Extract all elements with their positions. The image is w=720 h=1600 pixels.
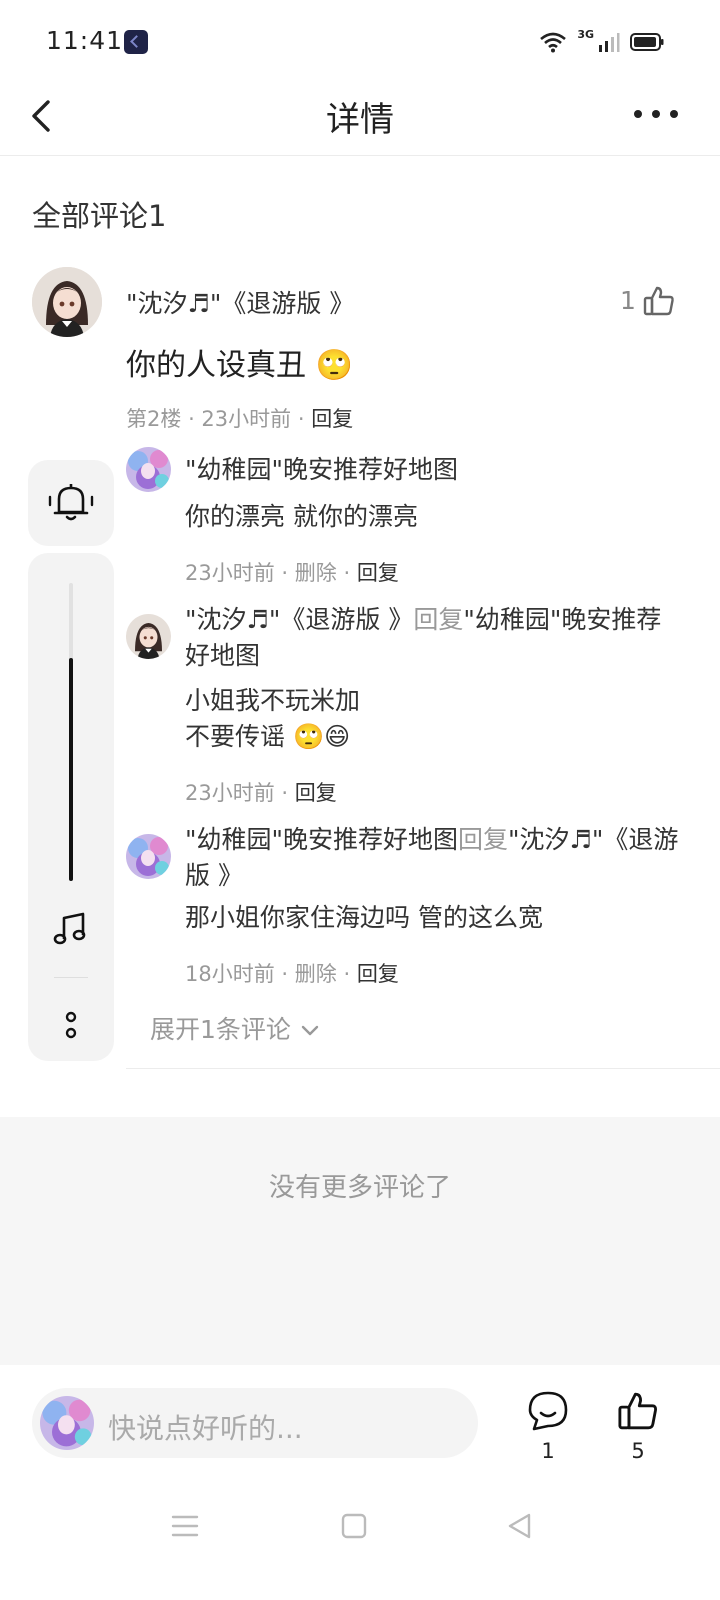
avatar[interactable] xyxy=(126,447,171,492)
like-button[interactable]: 5 xyxy=(608,1389,668,1463)
battery-icon xyxy=(630,33,664,51)
reply-button[interactable]: 回复 xyxy=(357,561,399,585)
floating-music-panel xyxy=(28,553,114,1061)
system-nav-bar xyxy=(0,1485,720,1600)
network-type-label: 3G xyxy=(577,28,594,41)
music-note-icon[interactable] xyxy=(51,909,91,949)
comment-input-placeholder: 快说点好听的... xyxy=(108,1412,303,1445)
app-notification-icon xyxy=(124,30,148,54)
reply-author-line: "幼稚园"晚安推荐好地图回复"沈汐♬"《退游版 》 xyxy=(185,822,685,894)
reply-author-name[interactable]: "幼稚园"晚安推荐好地图 xyxy=(185,825,458,854)
status-icons: 3G xyxy=(539,28,664,56)
back-triangle-icon[interactable] xyxy=(505,1511,535,1541)
comment-meta: 第2楼 · 23小时前 · 回复 xyxy=(126,407,354,431)
reply-text: 你的漂亮 就你的漂亮 xyxy=(185,502,418,531)
more-dots-icon xyxy=(634,110,678,118)
avatar[interactable] xyxy=(126,614,171,659)
reply-author-name[interactable]: "幼稚园"晚安推荐好地图 xyxy=(185,452,685,488)
comments-button[interactable]: 1 xyxy=(518,1389,578,1463)
reply-text-line: 小姐我不玩米加 xyxy=(185,686,361,715)
reply-author-name[interactable]: "沈汐♬"《退游版 》 xyxy=(185,605,413,634)
status-bar: 11:41 3G xyxy=(0,0,720,86)
comment-text: 你的人设真丑 🙄 xyxy=(126,348,353,383)
app-header: 详情 xyxy=(0,86,720,156)
reply-author-line: "沈汐♬"《退游版 》回复"幼稚园"晚安推荐好地图 xyxy=(185,602,685,674)
expand-replies-button[interactable]: 展开1条评论 xyxy=(150,1010,319,1046)
comment-time: 23小时前 xyxy=(201,407,292,431)
chevron-down-icon xyxy=(301,1025,319,1036)
delete-button[interactable]: 删除 xyxy=(295,561,337,585)
reply-meta: 18小时前 · 删除 · 回复 xyxy=(185,962,399,986)
menu-icon[interactable] xyxy=(170,1513,200,1539)
thumbs-up-icon xyxy=(618,1392,657,1430)
avatar-colorful-image xyxy=(126,834,171,879)
reply-word: 回复 xyxy=(458,825,509,854)
delete-button[interactable]: 删除 xyxy=(295,962,337,986)
signal-icon xyxy=(599,33,620,52)
reply-time: 23小时前 xyxy=(185,781,275,805)
avatar[interactable] xyxy=(126,834,171,879)
reply-meta: 23小时前 · 回复 xyxy=(185,781,337,805)
comments-section-title: 全部评论1 xyxy=(32,199,167,233)
avatar[interactable] xyxy=(32,267,102,337)
reply-button[interactable]: 回复 xyxy=(357,962,399,986)
divider xyxy=(126,1068,720,1069)
expand-replies-label: 展开1条评论 xyxy=(150,1015,291,1044)
no-more-comments-text: 没有更多评论了 xyxy=(268,1173,451,1203)
comment-like-count: 1 xyxy=(620,286,636,315)
reply-time: 23小时前 xyxy=(185,561,275,585)
reply-meta: 23小时前 · 删除 · 回复 xyxy=(185,561,399,585)
avatar-girl-image xyxy=(32,267,102,337)
avatar-colorful-image xyxy=(40,1396,94,1450)
thumbs-up-icon[interactable] xyxy=(642,284,676,318)
wifi-icon xyxy=(540,32,567,53)
bottom-action-bar: 快说点好听的... 1 5 xyxy=(0,1365,720,1485)
avatar-girl-image xyxy=(126,614,171,659)
reply-word: 回复 xyxy=(413,605,464,634)
reply-text-line: 不要传谣 🙄😄 xyxy=(185,722,351,751)
reply-time: 18小时前 xyxy=(185,962,275,986)
comment-bubble-icon xyxy=(528,1391,568,1431)
page-title: 详情 xyxy=(326,100,394,140)
comments-count: 1 xyxy=(541,1439,555,1463)
avatar-colorful-image xyxy=(126,447,171,492)
volume-slider-fill xyxy=(69,657,73,881)
more-vertical-icon[interactable] xyxy=(61,1009,81,1043)
no-more-comments-area: 没有更多评论了 xyxy=(0,1117,720,1365)
comment-floor: 第2楼 xyxy=(126,407,182,431)
status-time: 11:41 xyxy=(46,26,124,55)
panel-divider xyxy=(54,977,88,978)
home-square-icon[interactable] xyxy=(340,1512,368,1540)
bell-ringing-icon xyxy=(48,484,94,521)
reply-button[interactable]: 回复 xyxy=(311,407,353,431)
reply-text: 那小姐你家住海边吗 管的这么宽 xyxy=(185,903,543,932)
reply-button[interactable]: 回复 xyxy=(295,781,337,805)
more-options-button[interactable] xyxy=(632,104,680,124)
notification-bell-button[interactable] xyxy=(28,460,114,546)
commenter-name[interactable]: "沈汐♬"《退游版 》 xyxy=(126,284,354,320)
avatar xyxy=(40,1396,94,1450)
likes-count: 5 xyxy=(631,1439,645,1463)
